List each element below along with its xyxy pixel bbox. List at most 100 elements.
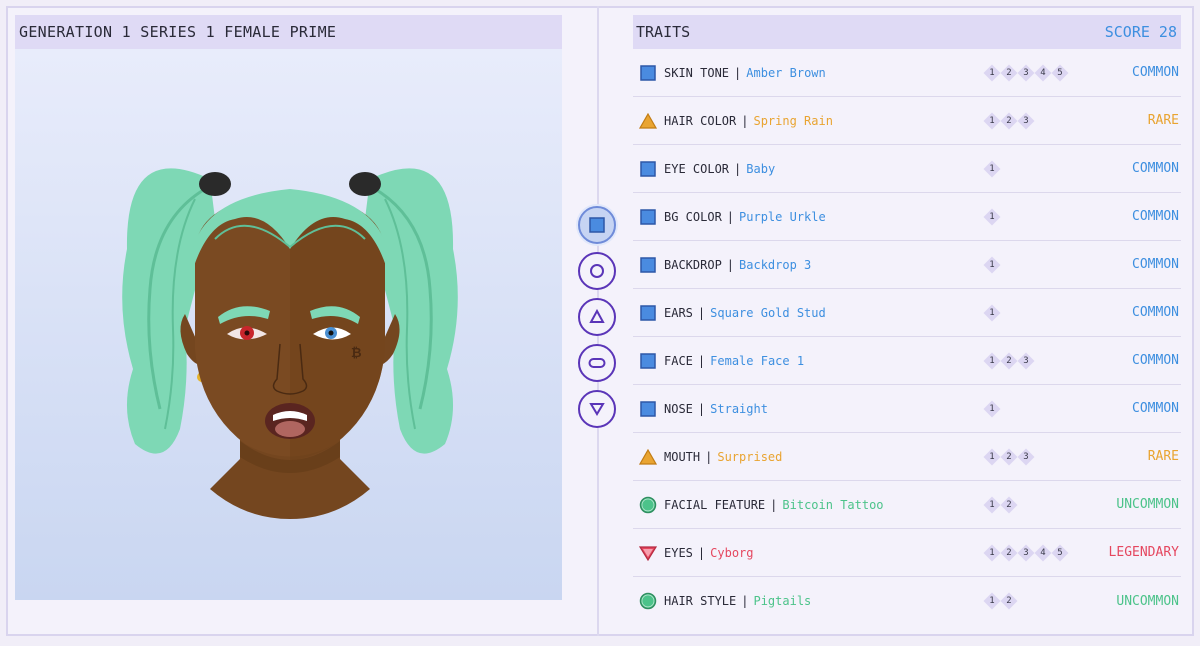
level-badge: 1	[983, 256, 1001, 274]
level-badge: 1	[983, 400, 1001, 418]
level-badge: 3	[1017, 544, 1035, 562]
trait-separator: |	[705, 449, 713, 464]
traits-title: TRAITS	[636, 23, 691, 41]
trait-name: BACKDROP	[664, 257, 722, 272]
trait-row[interactable]: EARS | Square Gold Stud 1 COMMON	[633, 289, 1181, 337]
trait-value: Purple Urkle	[739, 209, 826, 224]
trait-row[interactable]: MOUTH | Surprised 1 2 3 RARE	[633, 433, 1181, 481]
trait-levels: 1	[983, 241, 1000, 289]
rarity-label: RARE	[1147, 449, 1179, 464]
trait-row[interactable]: SKIN TONE | Amber Brown 1 2 3 4 5 COMMON	[633, 49, 1181, 97]
svg-text:₿: ₿	[351, 346, 362, 361]
level-badge: 4	[1034, 64, 1052, 82]
rarity-square-icon	[639, 304, 657, 322]
level-badge: 1	[983, 112, 1001, 130]
trait-separator: |	[741, 594, 749, 608]
trait-value: Female Face 1	[710, 353, 805, 368]
rarity-label: COMMON	[1132, 305, 1179, 320]
rarity-label: COMMON	[1132, 353, 1179, 368]
trait-value: Straight	[710, 401, 768, 416]
rarity-square-icon	[639, 160, 657, 178]
trait-separator: |	[734, 161, 742, 176]
rarity-label: COMMON	[1132, 65, 1179, 80]
rarity-circle-icon	[639, 592, 657, 610]
trait-row[interactable]: BACKDROP | Backdrop 3 1 COMMON	[633, 241, 1181, 289]
rarity-square-icon	[639, 352, 657, 370]
trait-levels: 123	[983, 97, 1034, 145]
level-badge: 1	[983, 208, 1001, 226]
trait-separator: |	[770, 497, 778, 512]
rarity-square-icon	[639, 64, 657, 82]
trait-levels: 1	[983, 145, 1000, 193]
character-title: GENERATION 1 SERIES 1 FEMALE PRIME	[15, 15, 562, 49]
trait-row[interactable]: FACE | Female Face 1 1 2 3 COMMON	[633, 337, 1181, 385]
rarity-triangle-icon	[639, 112, 657, 130]
rarity-square-icon	[639, 256, 657, 274]
trait-levels: 123	[983, 337, 1034, 385]
pill-icon	[588, 358, 606, 368]
rarity-label: COMMON	[1132, 209, 1179, 224]
trait-value: Square Gold Stud	[710, 305, 826, 320]
trait-separator: |	[726, 257, 735, 272]
level-badge: 2	[1000, 592, 1018, 610]
trait-name: FACE	[664, 353, 693, 368]
trait-name: EYE COLOR	[664, 161, 730, 176]
level-badge: 1	[983, 352, 1001, 370]
trait-name: EYES	[664, 545, 693, 560]
square-icon	[589, 217, 605, 233]
trait-separator: |	[726, 209, 735, 224]
traits-panel: TRAITS SCORE 28 SKIN TONE | Amber Brown 1 2 3…	[633, 15, 1181, 625]
rarity-square-icon	[639, 208, 657, 226]
triangle-icon	[589, 309, 605, 323]
trait-levels: 1	[983, 385, 1000, 433]
trait-row[interactable]: EYE COLOR | Baby 1 COMMON	[633, 145, 1181, 193]
trait-separator: |	[734, 65, 742, 80]
trait-row[interactable]: HAIR STYLE | Pigtails 1 2 UNCOMMON	[633, 577, 1181, 625]
selector-inverted-triangle-button[interactable]	[578, 390, 616, 428]
trait-row[interactable]: BG COLOR | Purple Urkle 1 COMMON	[633, 193, 1181, 241]
trait-value: Baby	[746, 161, 776, 176]
trait-row[interactable]: NOSE | Straight 1 COMMON	[633, 385, 1181, 433]
trait-levels: 12345	[983, 49, 1068, 97]
trait-value: Bitcoin Tattoo	[782, 497, 884, 512]
trait-row[interactable]: HAIR COLOR | Spring Rain 1 2 3 RARE	[633, 97, 1181, 145]
trait-levels: 12	[983, 481, 1017, 529]
level-badge: 1	[983, 544, 1001, 562]
rarity-label: COMMON	[1132, 257, 1179, 272]
inverted-triangle-icon	[589, 403, 605, 416]
rarity-label: RARE	[1147, 113, 1179, 128]
selector-circle-button[interactable]	[578, 252, 616, 290]
rarity-label: UNCOMMON	[1116, 593, 1179, 609]
trait-value: Cyborg	[710, 545, 754, 560]
trait-name: NOSE	[664, 401, 693, 416]
rarity-label: UNCOMMON	[1116, 497, 1179, 512]
level-badge: 2	[1000, 112, 1018, 130]
trait-levels: 1	[983, 289, 1000, 337]
rarity-label: COMMON	[1132, 161, 1179, 176]
rarity-gem-icon	[639, 544, 657, 562]
character-portrait: ₿	[15, 49, 562, 600]
selector-triangle-button[interactable]	[578, 298, 616, 336]
selector-square-button[interactable]	[578, 206, 616, 244]
trait-name: SKIN TONE	[664, 65, 730, 80]
level-badge: 1	[983, 64, 1001, 82]
trait-name: FACIAL FEATURE	[664, 497, 766, 512]
level-badge: 3	[1017, 112, 1035, 130]
trait-separator: |	[741, 113, 749, 128]
trait-name: BG COLOR	[664, 209, 722, 224]
trait-value: Spring Rain	[753, 113, 833, 128]
rarity-triangle-icon	[639, 448, 657, 466]
trait-value: Surprised	[717, 449, 783, 464]
level-badge: 1	[983, 304, 1001, 322]
level-badge: 2	[1000, 64, 1018, 82]
trait-separator: |	[697, 353, 706, 368]
level-badge: 1	[983, 448, 1001, 466]
trait-levels: 12	[983, 577, 1017, 625]
trait-row[interactable]: EYES | Cyborg 1 2 3 4 5 LEGENDARY	[633, 529, 1181, 577]
level-badge: 1	[983, 160, 1001, 178]
trait-row[interactable]: FACIAL FEATURE | Bitcoin Tattoo 1 2 UNCOMMON	[633, 481, 1181, 529]
trait-levels: 123	[983, 433, 1034, 481]
character-illustration: ₿	[122, 168, 458, 519]
level-badge: 1	[983, 592, 1001, 610]
selector-pill-button[interactable]	[578, 344, 616, 382]
